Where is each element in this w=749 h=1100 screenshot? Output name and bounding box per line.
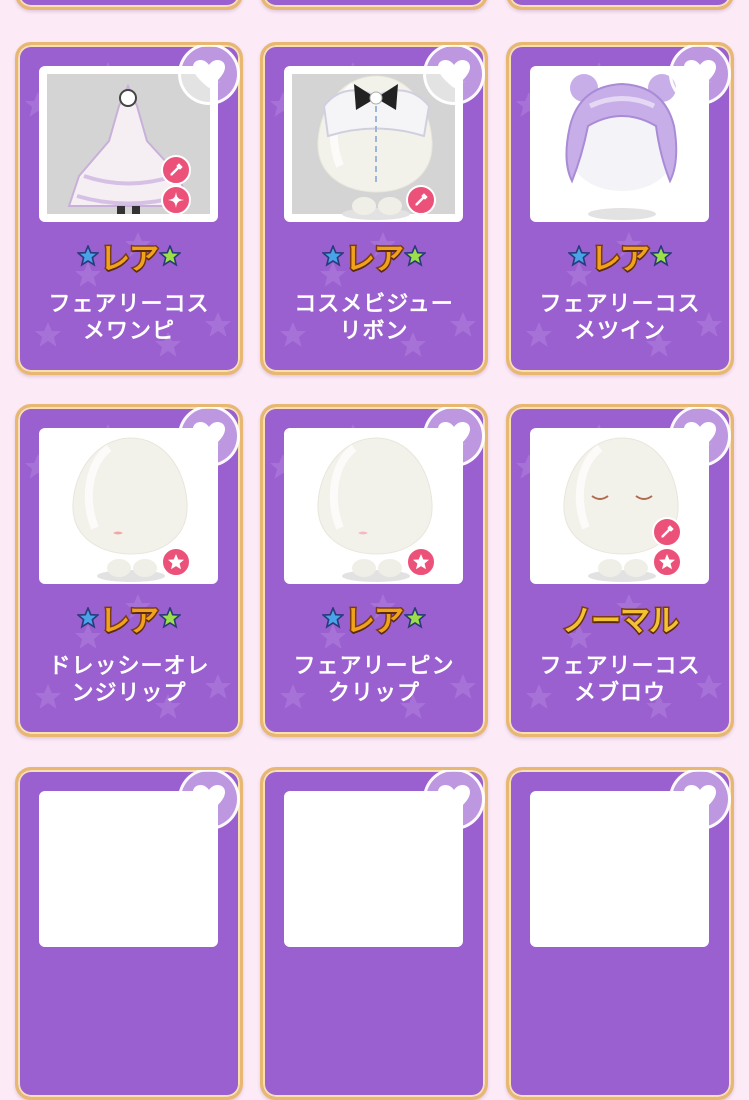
rarity-star-icon	[159, 607, 181, 629]
rarity-star-icon	[650, 245, 672, 267]
item-name-line: ドレッシーオレ	[48, 654, 210, 679]
item-card-partial[interactable]	[506, 0, 734, 10]
rarity-star-icon	[77, 245, 99, 267]
rarity-label: レア	[344, 603, 406, 641]
item-name-line: コスメビジュー	[294, 292, 454, 317]
rarity-badge: ノーマル	[509, 597, 731, 641]
rarity-badge: レア	[18, 235, 240, 279]
item-name-line: メブロウ	[573, 681, 666, 706]
item-name-line: フェアリーピン	[293, 654, 455, 679]
favorite-heart-icon[interactable]	[178, 770, 240, 830]
dropper-icon	[161, 155, 191, 185]
item-name: フェアリーピン クリップ	[263, 653, 485, 707]
item-name: フェアリーコス メブロウ	[509, 653, 731, 707]
item-card[interactable]: レア フェアリーコス メワンピ	[15, 42, 243, 375]
rarity-badge: レア	[263, 235, 485, 279]
rarity-badge: レア	[509, 235, 731, 279]
favorite-heart-icon[interactable]	[178, 407, 240, 467]
rarity-label: レア	[344, 241, 406, 279]
rarity-star-icon	[322, 245, 344, 267]
star-icon	[161, 547, 191, 577]
favorite-heart-icon[interactable]	[423, 770, 485, 830]
dropper-icon	[652, 517, 682, 547]
rarity-label: レア	[590, 241, 652, 279]
rarity-star-icon	[404, 245, 426, 267]
item-card-partial[interactable]	[506, 767, 734, 1100]
item-card-partial[interactable]	[260, 0, 488, 10]
rarity-label: ノーマル	[561, 603, 681, 641]
favorite-heart-icon[interactable]	[669, 770, 731, 830]
favorite-heart-icon[interactable]	[423, 407, 485, 467]
item-card-partial[interactable]	[15, 0, 243, 10]
item-name: フェアリーコス メワンピ	[18, 291, 240, 345]
rarity-star-icon	[322, 607, 344, 629]
favorite-heart-icon[interactable]	[669, 407, 731, 467]
item-card[interactable]: レア コスメビジュー リボン	[260, 42, 488, 375]
favorite-heart-icon[interactable]	[178, 45, 240, 105]
item-card[interactable]: レア ドレッシーオレ ンジリップ	[15, 404, 243, 737]
item-name-line: メツイン	[573, 319, 666, 344]
item-name: フェアリーコス メツイン	[509, 291, 731, 345]
item-name-line: フェアリーコス	[539, 292, 701, 317]
item-name-line: クリップ	[327, 681, 420, 706]
item-card-partial[interactable]	[260, 767, 488, 1100]
star-icon	[406, 547, 436, 577]
item-card[interactable]: レア フェアリーピン クリップ	[260, 404, 488, 737]
rarity-label: レア	[99, 603, 161, 641]
item-name: コスメビジュー リボン	[263, 291, 485, 345]
favorite-heart-icon[interactable]	[423, 45, 485, 105]
rarity-badge: レア	[18, 597, 240, 641]
item-card[interactable]: レア フェアリーコス メツイン	[506, 42, 734, 375]
rarity-badge: レア	[263, 597, 485, 641]
favorite-heart-icon[interactable]	[669, 45, 731, 105]
item-name-line: フェアリーコス	[48, 292, 210, 317]
item-card-partial[interactable]	[15, 767, 243, 1100]
rarity-star-icon	[159, 245, 181, 267]
item-name-line: リボン	[339, 319, 409, 344]
item-name-line: フェアリーコス	[539, 654, 701, 679]
dropper-icon	[406, 185, 436, 215]
rarity-star-icon	[77, 607, 99, 629]
item-card[interactable]: ノーマル フェアリーコス メブロウ	[506, 404, 734, 737]
rarity-label: レア	[99, 241, 161, 279]
item-name: ドレッシーオレ ンジリップ	[18, 653, 240, 707]
rarity-star-icon	[404, 607, 426, 629]
item-name-line: メワンピ	[82, 319, 175, 344]
sparkle-icon	[161, 185, 191, 215]
rarity-star-icon	[568, 245, 590, 267]
item-name-line: ンジリップ	[71, 681, 187, 706]
star-icon	[652, 547, 682, 577]
